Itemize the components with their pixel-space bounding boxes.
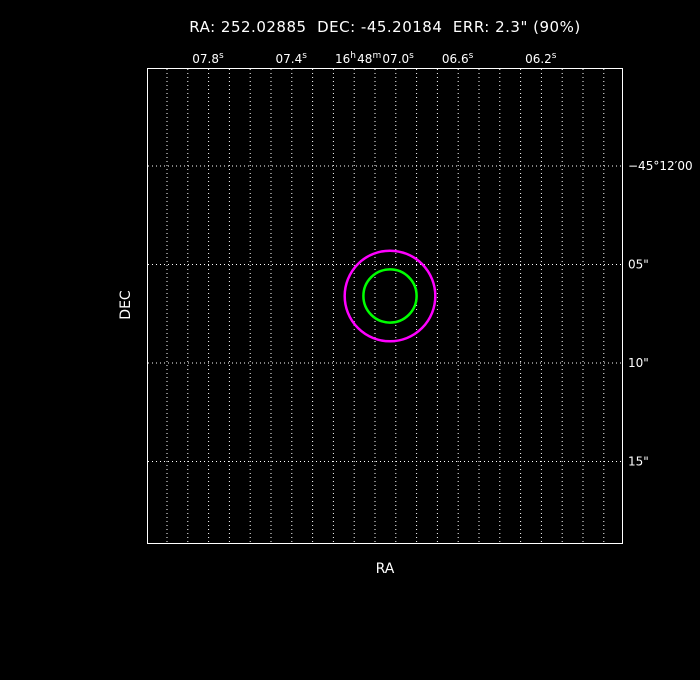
- error-circle-outer: [343, 249, 437, 343]
- plot-frame: [147, 68, 623, 544]
- y-tick-label: −45°12′00: [628, 159, 693, 173]
- error-circle-inner: [362, 268, 418, 324]
- error-circles: [343, 249, 437, 343]
- x-tick-label: 07.4s: [275, 51, 308, 66]
- y-axis-label: DEC: [118, 290, 134, 320]
- y-tick-label: 10": [628, 356, 649, 370]
- x-axis-label: RA: [376, 561, 395, 577]
- y-tick-label: 15": [628, 455, 649, 469]
- x-tick-label: 07.8s: [192, 51, 225, 66]
- sky-chart: −45°12′00 05" 10" 15" 07.8s 07.4s 16h 48m 07…: [118, 51, 693, 577]
- x-tick-label: 06.6s: [442, 51, 475, 66]
- tick-labels: −45°12′00 05" 10" 15" 07.8s 07.4s 16h 48m 07…: [192, 51, 692, 469]
- x-tick-label: 16h 48m 07.0s: [335, 51, 415, 66]
- x-tick-label: 06.2s: [525, 51, 558, 66]
- y-tick-label: 05": [628, 258, 649, 272]
- grid: [148, 69, 622, 543]
